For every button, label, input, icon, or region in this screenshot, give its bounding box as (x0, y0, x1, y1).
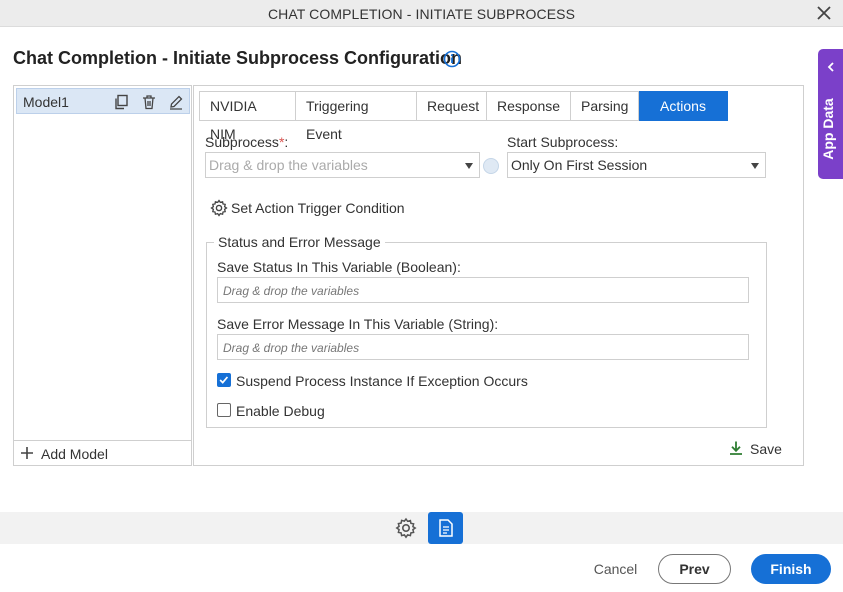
close-icon[interactable] (815, 4, 833, 22)
save-button[interactable]: Save (728, 439, 782, 459)
status-variable-input[interactable]: Drag & drop the variables (217, 277, 749, 303)
model-name: Model1 (23, 94, 69, 110)
subprocess-label: Subprocess*: (205, 134, 289, 150)
delete-icon[interactable] (141, 94, 157, 110)
app-data-tab[interactable]: App Data (818, 49, 843, 179)
chevron-down-icon (751, 163, 759, 169)
status-variable-placeholder: Drag & drop the variables (223, 284, 360, 298)
suspend-on-exception-label: Suspend Process Instance If Exception Oc… (236, 373, 528, 389)
error-variable-label: Save Error Message In This Variable (Str… (217, 316, 499, 332)
subprocess-placeholder: Drag & drop the variables (209, 157, 368, 173)
window-titlebar: CHAT COMPLETION - INITIATE SUBPROCESS (0, 0, 843, 27)
page-title: Chat Completion - Initiate Subprocess Co… (13, 48, 463, 68)
status-error-legend: Status and Error Message (214, 234, 385, 250)
tab-triggering-event[interactable]: Triggering Event (296, 91, 417, 142)
model-item[interactable]: Model1 (16, 88, 190, 114)
save-label: Save (750, 441, 782, 457)
plus-icon (21, 447, 33, 459)
document-icon (439, 519, 453, 537)
subprocess-select[interactable]: Drag & drop the variables (205, 152, 480, 178)
add-model-button[interactable]: Add Model (14, 440, 191, 465)
tab-actions[interactable]: Actions (639, 91, 728, 121)
cancel-button[interactable]: Cancel (583, 554, 648, 584)
tab-response[interactable]: Response (487, 91, 571, 121)
set-trigger-condition-label: Set Action Trigger Condition (231, 200, 405, 216)
checkbox-unchecked-icon (217, 403, 231, 417)
document-view-button[interactable] (428, 512, 463, 544)
chevron-down-icon (465, 163, 473, 169)
edit-icon[interactable] (168, 94, 184, 110)
add-model-label: Add Model (41, 446, 108, 462)
prev-button[interactable]: Prev (658, 554, 731, 584)
configuration-panel: NVIDIA NIM Triggering Event Request Resp… (193, 85, 804, 466)
chevron-left-icon (827, 62, 834, 72)
tab-nvidia-nim[interactable]: NVIDIA NIM (199, 91, 296, 142)
info-icon[interactable] (443, 50, 461, 68)
finish-button[interactable]: Finish (751, 554, 831, 584)
start-subprocess-label: Start Subprocess: (507, 134, 619, 150)
start-subprocess-value: Only On First Session (511, 157, 648, 173)
status-error-group: Status and Error Message Save Status In … (206, 234, 767, 428)
start-subprocess-select[interactable]: Only On First Session (507, 152, 766, 178)
app-data-label: App Data (820, 98, 836, 160)
error-variable-placeholder: Drag & drop the variables (223, 341, 360, 355)
error-variable-input[interactable]: Drag & drop the variables (217, 334, 749, 360)
download-icon (730, 441, 742, 455)
model-list-panel: Model1 Add Model (13, 85, 192, 466)
tab-request[interactable]: Request (417, 91, 487, 121)
window-title: CHAT COMPLETION - INITIATE SUBPROCESS (267, 6, 576, 22)
checkbox-checked-icon (217, 373, 231, 387)
tab-bar: NVIDIA NIM Triggering Event Request Resp… (199, 91, 728, 142)
tab-parsing[interactable]: Parsing (571, 91, 639, 121)
status-variable-label: Save Status In This Variable (Boolean): (217, 259, 461, 275)
variable-picker-icon[interactable] (483, 158, 499, 174)
enable-debug-label: Enable Debug (236, 403, 325, 419)
gear-icon (210, 199, 228, 217)
settings-icon[interactable] (395, 517, 417, 539)
bottom-toolbar (0, 512, 843, 544)
duplicate-icon[interactable] (113, 94, 129, 110)
